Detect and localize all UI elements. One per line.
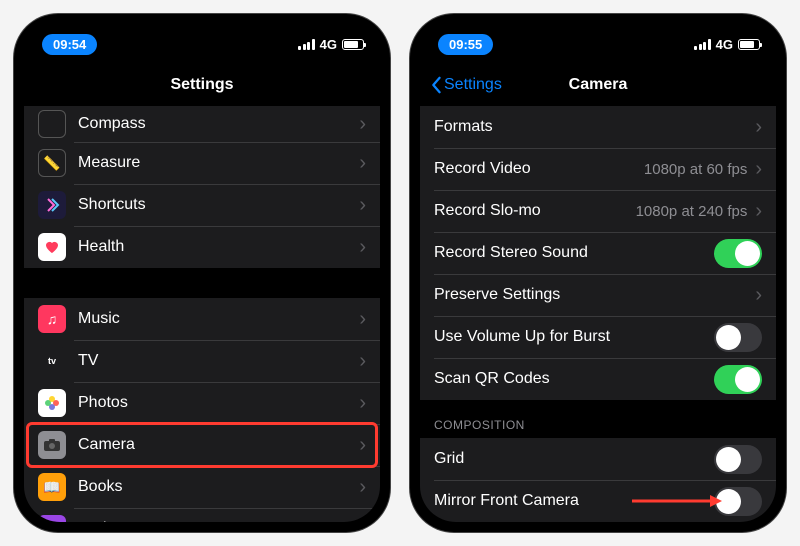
- row-label: Camera: [78, 436, 359, 454]
- row-label: Mirror Front Camera: [434, 492, 714, 510]
- signal-icon: [694, 39, 711, 50]
- network-label: 4G: [716, 37, 733, 52]
- row-mirror-front-camera: Mirror Front Camera: [420, 480, 776, 522]
- chevron-right-icon: ›: [755, 201, 762, 221]
- screen-right: 09:55 4G Settings Camera Formats › Recor…: [420, 24, 776, 522]
- chevron-right-icon: ›: [755, 285, 762, 305]
- settings-row-podcasts[interactable]: Podcasts ›: [24, 508, 380, 522]
- chevron-right-icon: ›: [359, 309, 366, 329]
- chevron-right-icon: ›: [359, 237, 366, 257]
- chevron-right-icon: ›: [359, 435, 366, 455]
- toggle-volume-burst[interactable]: [714, 323, 762, 352]
- row-label: Health: [78, 238, 359, 256]
- row-volume-burst: Use Volume Up for Burst: [420, 316, 776, 358]
- tv-icon: tv: [38, 347, 66, 375]
- settings-row-health[interactable]: Health ›: [24, 226, 380, 268]
- chevron-right-icon: ›: [755, 159, 762, 179]
- battery-icon: [342, 39, 364, 50]
- row-label: Photos: [78, 394, 359, 412]
- row-label: Music: [78, 310, 359, 328]
- settings-row-compass[interactable]: Compass ›: [24, 106, 380, 142]
- row-label: Record Slo-mo: [434, 202, 636, 220]
- status-time: 09:55: [438, 34, 493, 55]
- chevron-right-icon: ›: [755, 117, 762, 137]
- network-label: 4G: [320, 37, 337, 52]
- status-indicators: 4G: [298, 37, 364, 52]
- podcasts-icon: [38, 515, 66, 522]
- notch: [117, 24, 287, 50]
- row-label: Use Volume Up for Burst: [434, 328, 714, 346]
- settings-row-tv[interactable]: tv TV ›: [24, 340, 380, 382]
- chevron-right-icon: ›: [359, 114, 366, 134]
- row-label: Preserve Settings: [434, 286, 755, 304]
- row-value: 1080p at 240 fps: [636, 203, 748, 220]
- row-label: Grid: [434, 450, 714, 468]
- back-button[interactable]: Settings: [430, 76, 502, 94]
- row-label: Podcasts: [78, 520, 359, 522]
- status-indicators: 4G: [694, 37, 760, 52]
- health-icon: [38, 233, 66, 261]
- back-label: Settings: [444, 76, 502, 94]
- chevron-right-icon: ›: [359, 153, 366, 173]
- section-header-composition: COMPOSITION: [420, 400, 776, 438]
- settings-row-shortcuts[interactable]: Shortcuts ›: [24, 184, 380, 226]
- toggle-grid[interactable]: [714, 445, 762, 474]
- row-label: Record Stereo Sound: [434, 244, 714, 262]
- row-label: Compass: [78, 115, 359, 133]
- row-grid: Grid: [420, 438, 776, 480]
- row-label: TV: [78, 352, 359, 370]
- photos-icon: [38, 389, 66, 417]
- row-label: Shortcuts: [78, 196, 359, 214]
- settings-list: Compass › 📏 Measure › Shortcuts › Health: [24, 106, 380, 522]
- phone-left: 09:54 4G Settings Compass › 📏 Measure ›: [14, 14, 390, 532]
- settings-row-camera[interactable]: Camera ›: [24, 424, 380, 466]
- camera-settings-list: Formats › Record Video 1080p at 60 fps ›…: [420, 106, 776, 522]
- shortcuts-icon: [38, 191, 66, 219]
- row-label: Scan QR Codes: [434, 370, 714, 388]
- row-label: Measure: [78, 154, 359, 172]
- notch: [513, 24, 683, 50]
- row-label: Books: [78, 478, 359, 496]
- phone-right: 09:55 4G Settings Camera Formats › Recor…: [410, 14, 786, 532]
- measure-icon: 📏: [38, 149, 66, 177]
- row-label: Record Video: [434, 160, 644, 178]
- chevron-left-icon: [430, 76, 442, 94]
- signal-icon: [298, 39, 315, 50]
- chevron-right-icon: ›: [359, 393, 366, 413]
- nav-bar: Settings: [24, 64, 380, 106]
- books-icon: 📖: [38, 473, 66, 501]
- chevron-right-icon: ›: [359, 519, 366, 522]
- toggle-mirror-front-camera[interactable]: [714, 487, 762, 516]
- section-gap: [24, 268, 380, 298]
- screen-left: 09:54 4G Settings Compass › 📏 Measure ›: [24, 24, 380, 522]
- row-label: Formats: [434, 118, 755, 136]
- toggle-stereo-sound[interactable]: [714, 239, 762, 268]
- page-title: Settings: [170, 76, 233, 94]
- chevron-right-icon: ›: [359, 477, 366, 497]
- chevron-right-icon: ›: [359, 351, 366, 371]
- settings-row-music[interactable]: ♫ Music ›: [24, 298, 380, 340]
- row-preserve-settings[interactable]: Preserve Settings ›: [420, 274, 776, 316]
- status-time: 09:54: [42, 34, 97, 55]
- settings-row-books[interactable]: 📖 Books ›: [24, 466, 380, 508]
- chevron-right-icon: ›: [359, 195, 366, 215]
- music-icon: ♫: [38, 305, 66, 333]
- row-record-slomo[interactable]: Record Slo-mo 1080p at 240 fps ›: [420, 190, 776, 232]
- nav-bar: Settings Camera: [420, 64, 776, 106]
- page-title: Camera: [569, 76, 628, 94]
- row-record-video[interactable]: Record Video 1080p at 60 fps ›: [420, 148, 776, 190]
- settings-row-photos[interactable]: Photos ›: [24, 382, 380, 424]
- row-value: 1080p at 60 fps: [644, 161, 747, 178]
- compass-icon: [38, 110, 66, 138]
- camera-icon: [38, 431, 66, 459]
- row-stereo-sound: Record Stereo Sound: [420, 232, 776, 274]
- settings-row-measure[interactable]: 📏 Measure ›: [24, 142, 380, 184]
- toggle-scan-qr[interactable]: [714, 365, 762, 394]
- row-formats[interactable]: Formats ›: [420, 106, 776, 148]
- row-scan-qr: Scan QR Codes: [420, 358, 776, 400]
- battery-icon: [738, 39, 760, 50]
